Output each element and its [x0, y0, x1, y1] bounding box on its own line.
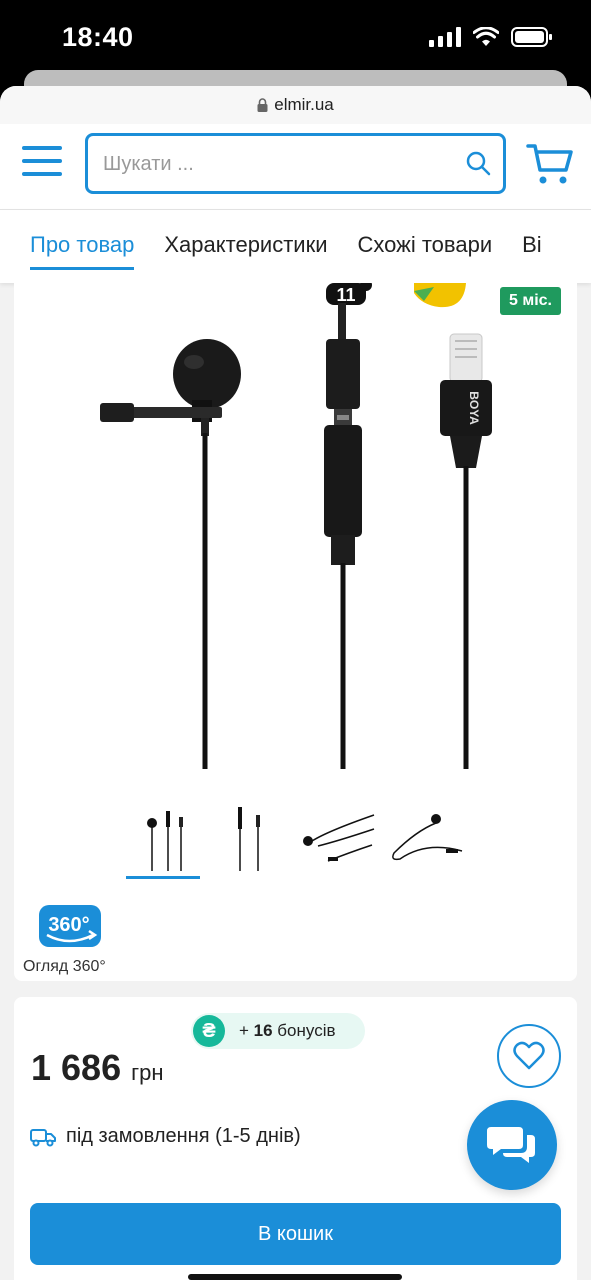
promo-badge: 11 — [326, 283, 372, 305]
search-input[interactable] — [103, 150, 443, 178]
thumbnail-strip — [122, 801, 464, 879]
360-icon[interactable]: 360° — [39, 905, 103, 951]
delivery-text: під замовлення (1-5 днів) — [66, 1125, 301, 1147]
cart-icon[interactable] — [526, 140, 574, 188]
view-360[interactable]: 360° Огляд 360° — [23, 905, 106, 976]
lock-icon — [257, 98, 268, 112]
price-value: 1 686 — [31, 1047, 122, 1088]
thumbnail[interactable] — [298, 801, 376, 879]
thumbnail[interactable] — [122, 801, 200, 879]
browser-sheet: elmir.ua Про товар Характеристики Схожі … — [0, 86, 591, 1280]
url-bar[interactable]: elmir.ua — [0, 86, 591, 124]
bonus-badge: ₴ + 16 бонусів — [191, 1013, 365, 1049]
lightning-cable: BOYA — [440, 333, 492, 769]
heart-icon — [513, 1041, 545, 1070]
product-gallery: 11 BOYA 5 міс. 360° Огляд 360° — [14, 283, 577, 981]
product-tabs: Про товар Характеристики Схожі товари Ві — [0, 210, 591, 283]
svg-text:360°: 360° — [48, 914, 89, 936]
add-to-cart-button[interactable]: В кошик — [30, 1203, 561, 1265]
price-card: ₴ + 16 бонусів 1 686 грн під замовлення … — [14, 997, 577, 1280]
status-icons — [429, 27, 553, 47]
battery-icon — [511, 27, 552, 47]
lavalier-mic — [100, 339, 241, 769]
wifi-icon — [473, 27, 499, 46]
truck-icon — [30, 1128, 56, 1146]
product-image[interactable]: 11 BOYA — [14, 283, 577, 793]
search-icon[interactable] — [465, 150, 491, 176]
chat-icon — [487, 1127, 535, 1163]
search-box[interactable] — [85, 133, 506, 194]
thumbnail[interactable] — [386, 801, 464, 879]
delivery-info: під замовлення (1-5 днів) — [30, 1125, 301, 1148]
view-360-label: Огляд 360° — [23, 958, 106, 975]
hryvnia-icon: ₴ — [193, 1015, 225, 1047]
tab-more[interactable]: Ві — [522, 210, 542, 283]
tab-about[interactable]: Про товар — [30, 210, 135, 283]
currency: грн — [131, 1060, 164, 1085]
tab-specs[interactable]: Характеристики — [164, 210, 327, 283]
warranty-badge: 5 міс. — [500, 287, 561, 315]
chat-button[interactable] — [467, 1100, 557, 1190]
price: 1 686 грн — [31, 1047, 164, 1089]
status-bar: 18:40 — [0, 0, 591, 78]
url-text: elmir.ua — [274, 95, 334, 114]
tab-similar[interactable]: Схожі товари — [358, 210, 493, 283]
svg-text:11: 11 — [336, 285, 355, 305]
favorite-button[interactable] — [497, 1024, 561, 1088]
jack-adapter — [324, 303, 362, 769]
menu-icon[interactable] — [22, 146, 62, 186]
site-header — [0, 124, 591, 210]
home-indicator — [188, 1274, 402, 1280]
bonus-text: + 16 бонусів — [239, 1021, 336, 1040]
svg-text:BOYA: BOYA — [467, 391, 481, 425]
status-time: 18:40 — [62, 22, 134, 52]
thumbnail[interactable] — [210, 801, 288, 879]
signal-icon — [429, 27, 461, 47]
